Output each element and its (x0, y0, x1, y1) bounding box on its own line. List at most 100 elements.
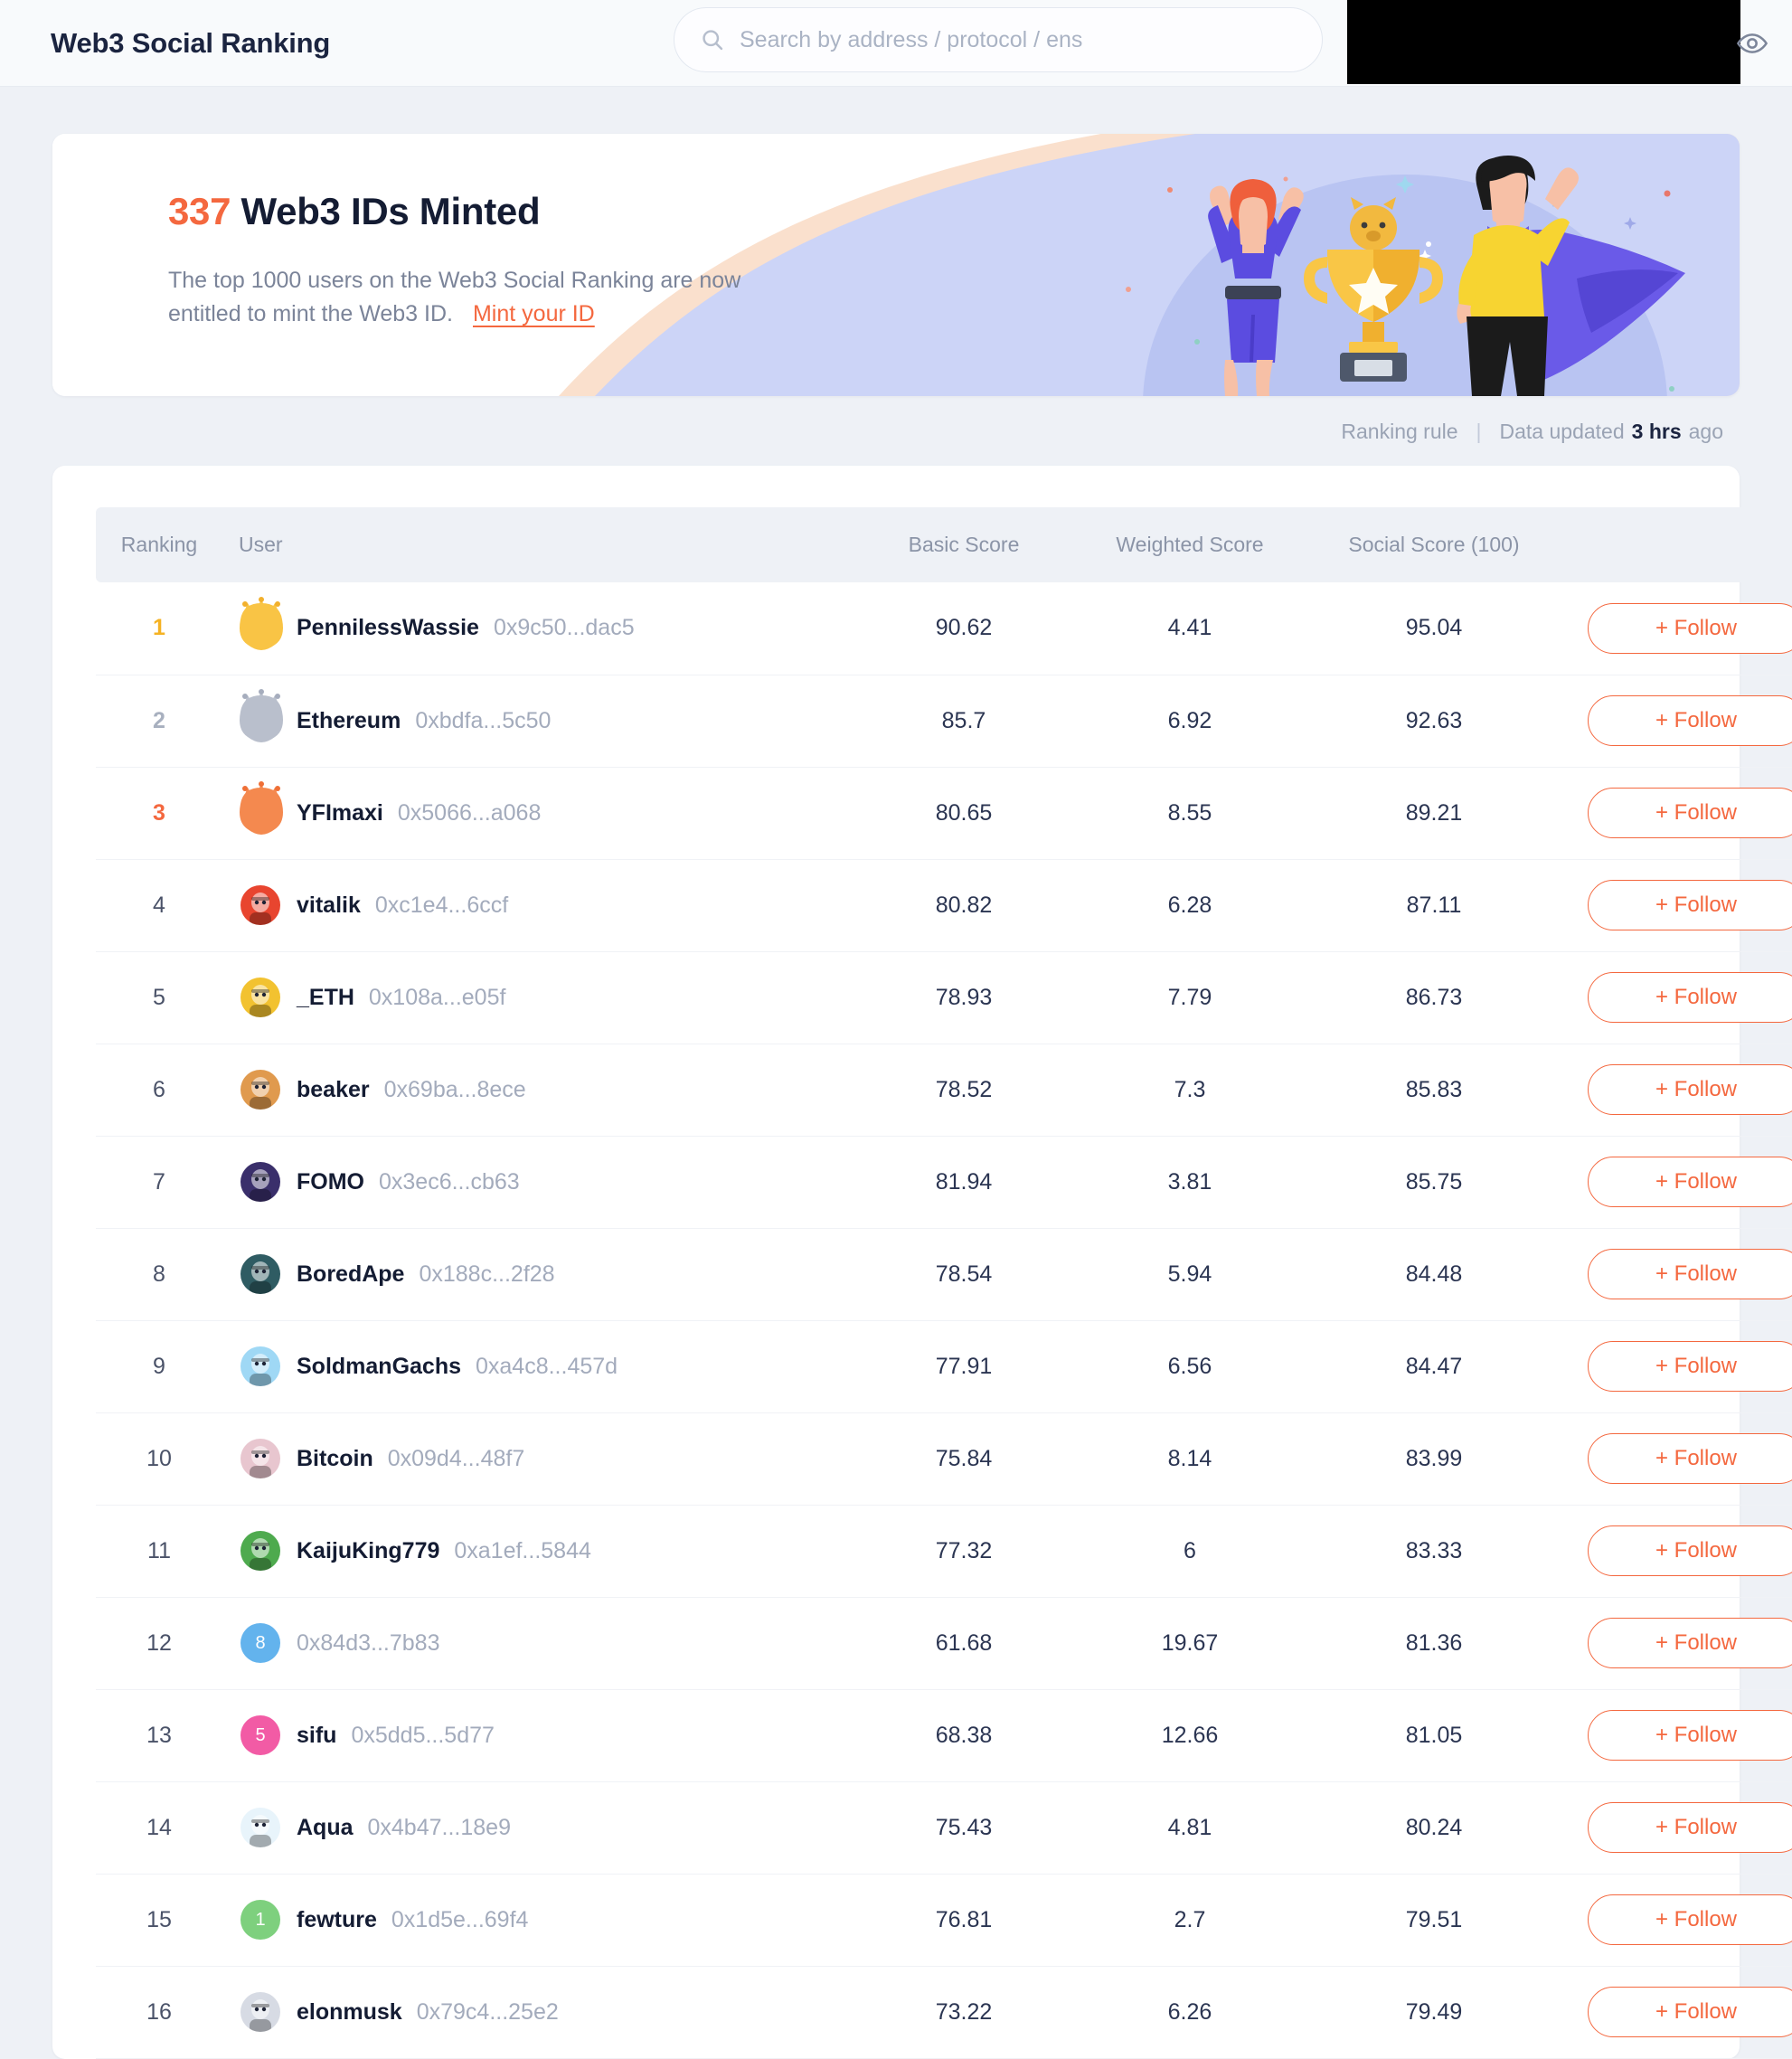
user-cell[interactable]: FOMO 0x3ec6...cb63 (222, 1160, 855, 1204)
user-address[interactable]: 0x1d5e...69f4 (391, 1907, 529, 1933)
avatar-image (241, 1346, 280, 1386)
user-name[interactable]: FOMO (297, 1169, 364, 1195)
table-row[interactable]: 7 FOMO 0x3ec6...cb63 81.94 3.81 85.75 + … (96, 1136, 1792, 1228)
follow-button[interactable]: + Follow (1588, 602, 1792, 654)
user-name[interactable]: elonmusk (297, 1999, 402, 2026)
social-score-value: 79.49 (1405, 1998, 1463, 2025)
user-address[interactable]: 0x69ba...8ece (384, 1077, 526, 1103)
user-name[interactable]: Ethereum (297, 708, 401, 734)
user-cell[interactable]: 8 0x84d3...7b83 (222, 1621, 855, 1665)
search-input[interactable] (740, 26, 1297, 53)
user-address[interactable]: 0xc1e4...6ccf (375, 893, 508, 919)
user-cell[interactable]: vitalik 0xc1e4...6ccf (222, 883, 855, 927)
user-cell[interactable]: PennilessWassie 0x9c50...dac5 (222, 596, 855, 650)
table-row[interactable]: 1 PennilessWassie 0x9c50...dac5 90.62 4.… (96, 582, 1792, 675)
avatar-wrapper (239, 781, 283, 835)
user-name[interactable]: PennilessWassie (297, 615, 479, 641)
cell-user: 5 sifu 0x5dd5...5d77 (222, 1689, 855, 1781)
follow-button[interactable]: + Follow (1588, 1433, 1792, 1484)
user-cell[interactable]: _ETH 0x108a...e05f (222, 976, 855, 1019)
user-cell[interactable]: BoredApe 0x188c...2f28 (222, 1252, 855, 1296)
search-box[interactable] (674, 7, 1323, 72)
follow-button[interactable]: + Follow (1588, 972, 1792, 1023)
user-name[interactable]: sifu (297, 1723, 336, 1749)
user-name[interactable]: Aqua (297, 1815, 354, 1841)
table-row[interactable]: 11 KaijuKing779 0xa1ef...5844 77.32 6 83… (96, 1505, 1792, 1597)
user-address[interactable]: 0x9c50...dac5 (494, 615, 635, 641)
user-cell[interactable]: 1 fewture 0x1d5e...69f4 (222, 1898, 855, 1941)
table-row[interactable]: 14 Aqua 0x4b47...18e9 75.43 4.81 80.24 +… (96, 1781, 1792, 1874)
cell-ranking: 4 (96, 859, 222, 951)
table-row[interactable]: 3 YFImaxi 0x5066...a068 80.65 8.55 89.21… (96, 767, 1792, 859)
follow-button[interactable]: + Follow (1588, 1249, 1792, 1299)
follow-button[interactable]: + Follow (1588, 880, 1792, 930)
eye-icon[interactable] (1732, 24, 1772, 63)
avatar-wrapper (239, 1437, 282, 1480)
user-cell[interactable]: Bitcoin 0x09d4...48f7 (222, 1437, 855, 1480)
user-cell[interactable]: SoldmanGachs 0xa4c8...457d (222, 1345, 855, 1388)
table-row[interactable]: 4 vitalik 0xc1e4...6ccf 80.82 6.28 87.11… (96, 859, 1792, 951)
user-name[interactable]: fewture (297, 1907, 377, 1933)
follow-button[interactable]: + Follow (1588, 1064, 1792, 1115)
user-name[interactable]: KaijuKing779 (297, 1538, 439, 1564)
user-address[interactable]: 0xa4c8...457d (476, 1354, 618, 1380)
table-row[interactable]: 8 BoredApe 0x188c...2f28 78.54 5.94 84.4… (96, 1228, 1792, 1320)
follow-button[interactable]: + Follow (1588, 1710, 1792, 1761)
user-address[interactable]: 0x5dd5...5d77 (351, 1723, 494, 1749)
user-cell[interactable]: YFImaxi 0x5066...a068 (222, 781, 855, 835)
follow-button[interactable]: + Follow (1588, 1157, 1792, 1207)
cell-weighted-score: 2.7 (1072, 1874, 1307, 1966)
avatar (241, 1254, 280, 1294)
user-name[interactable]: SoldmanGachs (297, 1354, 461, 1380)
cell-social-score: 95.04 (1307, 582, 1561, 675)
user-address[interactable]: 0x5066...a068 (398, 800, 541, 826)
table-row[interactable]: 2 Ethereum 0xbdfa...5c50 85.7 6.92 92.63… (96, 675, 1792, 767)
table-row[interactable]: 6 beaker 0x69ba...8ece 78.52 7.3 85.83 +… (96, 1044, 1792, 1136)
meta-row: Ranking rule | Data updated 3 hrs ago (52, 396, 1740, 466)
user-name[interactable]: beaker (297, 1077, 370, 1103)
user-name[interactable]: Bitcoin (297, 1446, 373, 1472)
user-name[interactable]: YFImaxi (297, 800, 383, 826)
user-name[interactable]: vitalik (297, 893, 361, 919)
table-row[interactable]: 13 5 sifu 0x5dd5...5d77 68.38 12.66 81.0… (96, 1689, 1792, 1781)
user-name[interactable]: BoredApe (297, 1261, 404, 1288)
follow-button[interactable]: + Follow (1588, 1618, 1792, 1668)
user-address[interactable]: 0x79c4...25e2 (417, 1999, 559, 2026)
basic-score-value: 77.32 (935, 1537, 993, 1563)
user-cell[interactable]: 5 sifu 0x5dd5...5d77 (222, 1714, 855, 1757)
user-address[interactable]: 0xbdfa...5c50 (415, 708, 551, 734)
user-address[interactable]: 0x09d4...48f7 (388, 1446, 525, 1472)
cell-social-score: 85.83 (1307, 1044, 1561, 1136)
user-address[interactable]: 0x108a...e05f (369, 985, 506, 1011)
user-address[interactable]: 0x84d3...7b83 (297, 1630, 439, 1657)
user-address[interactable]: 0x3ec6...cb63 (379, 1169, 520, 1195)
follow-button[interactable]: + Follow (1588, 695, 1792, 746)
table-row[interactable]: 5 _ETH 0x108a...e05f 78.93 7.79 86.73 + … (96, 951, 1792, 1044)
follow-button[interactable]: + Follow (1588, 1525, 1792, 1576)
user-address[interactable]: 0x188c...2f28 (419, 1261, 554, 1288)
table-row[interactable]: 10 Bitcoin 0x09d4...48f7 75.84 8.14 83.9… (96, 1412, 1792, 1505)
user-cell[interactable]: elonmusk 0x79c4...25e2 (222, 1990, 855, 2034)
ranking-rule-link[interactable]: Ranking rule (1341, 420, 1457, 444)
follow-button[interactable]: + Follow (1588, 1894, 1792, 1945)
user-cell[interactable]: Ethereum 0xbdfa...5c50 (222, 689, 855, 742)
weighted-score-value: 8.55 (1167, 799, 1212, 826)
follow-button[interactable]: + Follow (1588, 1987, 1792, 2037)
table-row[interactable]: 12 8 0x84d3...7b83 61.68 19.67 81.36 + F… (96, 1597, 1792, 1689)
mint-your-id-link[interactable]: Mint your ID (473, 301, 595, 326)
follow-button[interactable]: + Follow (1588, 788, 1792, 838)
user-cell[interactable]: beaker 0x69ba...8ece (222, 1068, 855, 1111)
avatar-wrapper: 1 (239, 1898, 282, 1941)
user-name[interactable]: _ETH (297, 985, 354, 1011)
follow-button[interactable]: + Follow (1588, 1802, 1792, 1853)
table-row[interactable]: 9 SoldmanGachs 0xa4c8...457d 77.91 6.56 … (96, 1320, 1792, 1412)
user-address[interactable]: 0xa1ef...5844 (454, 1538, 591, 1564)
table-row[interactable]: 16 elonmusk 0x79c4...25e2 73.22 6.26 79.… (96, 1966, 1792, 2058)
basic-score-value: 77.91 (935, 1353, 993, 1379)
rank-number: 5 (153, 984, 165, 1010)
user-address[interactable]: 0x4b47...18e9 (368, 1815, 511, 1841)
table-row[interactable]: 15 1 fewture 0x1d5e...69f4 76.81 2.7 79.… (96, 1874, 1792, 1966)
user-cell[interactable]: Aqua 0x4b47...18e9 (222, 1806, 855, 1849)
follow-button[interactable]: + Follow (1588, 1341, 1792, 1392)
user-cell[interactable]: KaijuKing779 0xa1ef...5844 (222, 1529, 855, 1573)
